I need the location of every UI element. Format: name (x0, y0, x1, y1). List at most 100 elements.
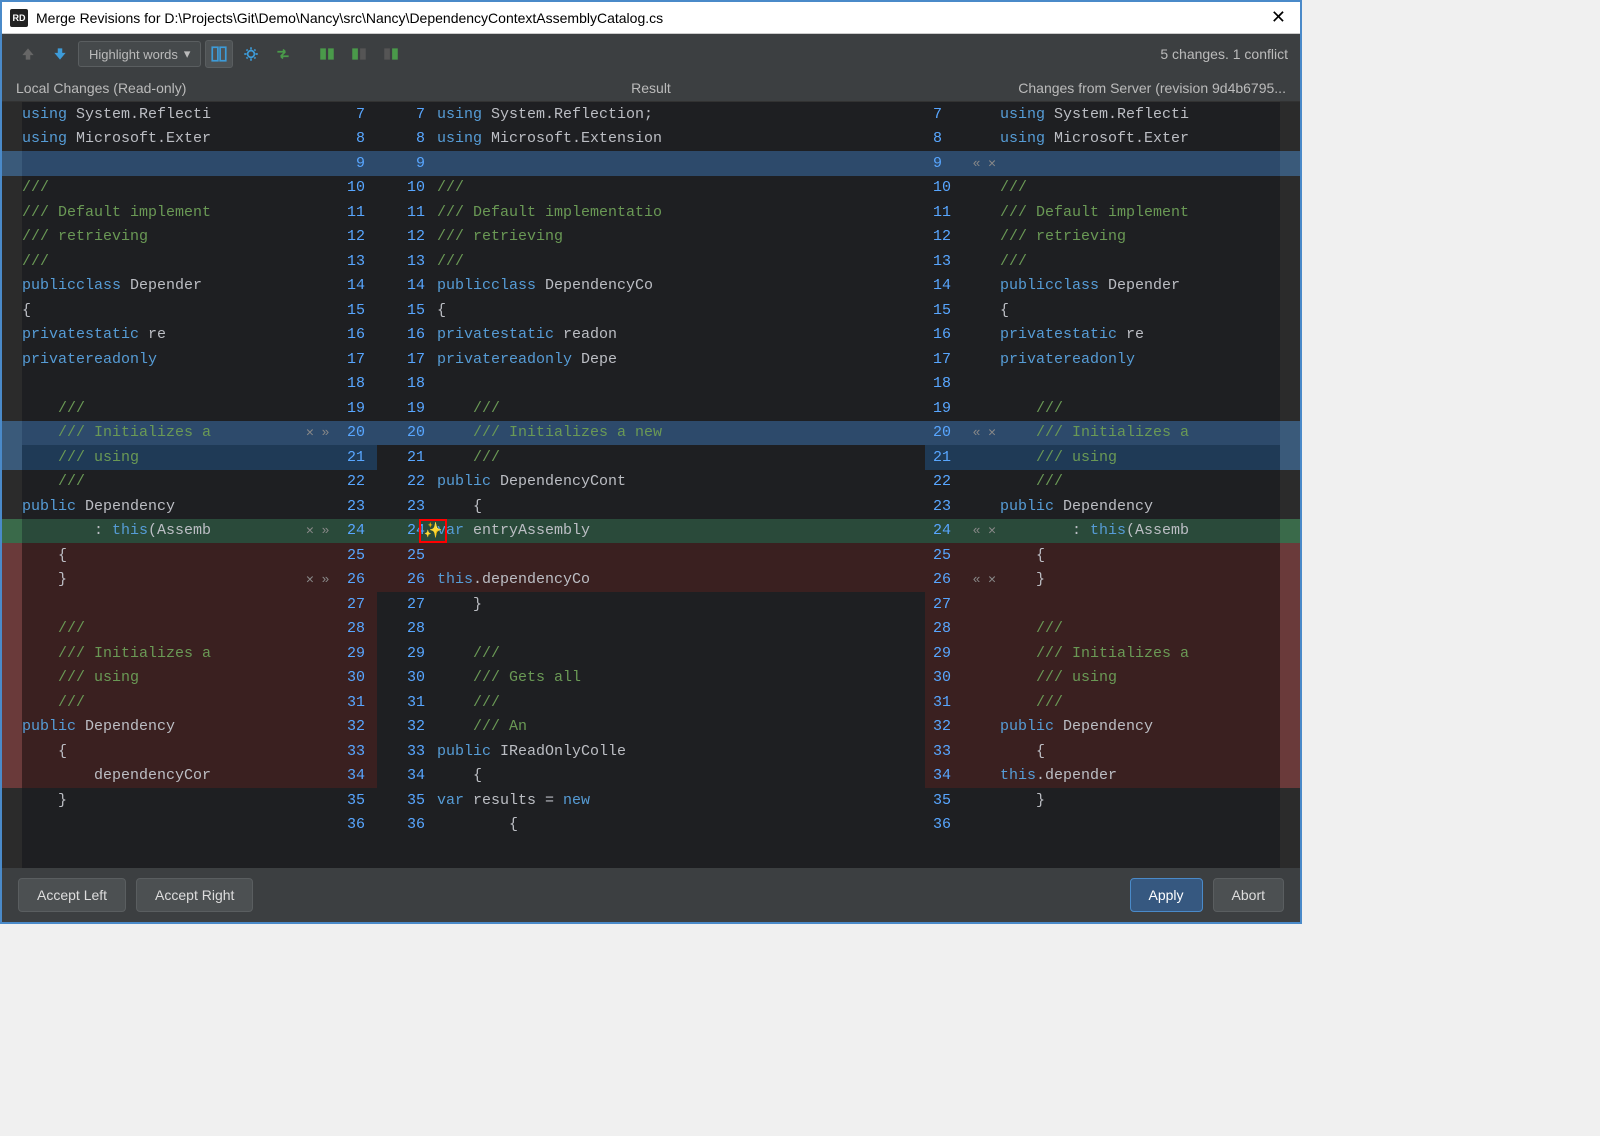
gutter-line[interactable]: 29 (377, 641, 437, 666)
merge-actions[interactable]: « ✕ (973, 425, 996, 440)
gutter-line[interactable]: 34 (925, 764, 1000, 789)
code-line[interactable]: private static re (1000, 323, 1280, 348)
code-line[interactable]: public class DependencyCo (437, 274, 925, 299)
code-line[interactable]: this.depender (1000, 764, 1280, 789)
mid-code[interactable]: using System.Reflection;using Microsoft.… (437, 102, 925, 868)
gutter-line[interactable]: 16 (377, 323, 437, 348)
gutter-line[interactable]: 27 (925, 592, 1000, 617)
gutter-line[interactable]: 31 (377, 690, 437, 715)
merge-actions[interactable]: ✕ » (306, 425, 329, 440)
code-line[interactable]: { (437, 813, 925, 838)
gutter-line[interactable]: 11 (302, 200, 377, 225)
code-line[interactable] (22, 151, 302, 176)
gutter-line[interactable]: 17 (302, 347, 377, 372)
gutter-line[interactable]: 27 (302, 592, 377, 617)
code-line[interactable]: /// (22, 396, 302, 421)
code-line[interactable]: { (437, 764, 925, 789)
code-line[interactable]: /// using (22, 666, 302, 691)
code-line[interactable]: dependencyCor (22, 764, 302, 789)
gutter-line[interactable]: 17 (925, 347, 1000, 372)
merge-actions[interactable]: ✕ » (306, 572, 329, 587)
swap-button[interactable] (269, 40, 297, 68)
gutter-line[interactable]: 18 (302, 372, 377, 397)
code-line[interactable]: /// Initializes a (22, 641, 302, 666)
code-line[interactable]: /// retrieving (1000, 225, 1280, 250)
gutter-line[interactable]: 33 (925, 739, 1000, 764)
gutter-line[interactable]: 33 (302, 739, 377, 764)
code-line[interactable]: } (22, 568, 302, 593)
code-line[interactable]: /// (22, 690, 302, 715)
gutter-line[interactable]: 13 (302, 249, 377, 274)
gutter-line[interactable]: 24« ✕ (925, 519, 1000, 544)
code-line[interactable]: { (22, 298, 302, 323)
gutter-line[interactable]: 18 (925, 372, 1000, 397)
code-line[interactable]: /// (22, 617, 302, 642)
gutter-line[interactable]: 8 (377, 127, 437, 152)
code-line[interactable]: /// (1000, 249, 1280, 274)
gutter-line[interactable]: 11 (377, 200, 437, 225)
gutter-line[interactable]: 12 (377, 225, 437, 250)
apply-button[interactable]: Apply (1130, 878, 1203, 912)
gutter-line[interactable]: 7 (377, 102, 437, 127)
right-code[interactable]: using System.Reflectiusing Microsoft.Ext… (1000, 102, 1280, 868)
gutter-line[interactable]: 9 (302, 151, 377, 176)
gutter-line[interactable]: 20« ✕ (925, 421, 1000, 446)
code-line[interactable]: /// (437, 690, 925, 715)
close-icon[interactable]: ✕ (1265, 7, 1292, 28)
code-line[interactable]: /// using (1000, 666, 1280, 691)
left-gutter[interactable]: 78910111213141516171819✕ »20212223✕ »242… (302, 102, 377, 868)
gutter-line[interactable]: 20 (377, 421, 437, 446)
gutter-line[interactable]: 34 (377, 764, 437, 789)
code-line[interactable] (437, 617, 925, 642)
gutter-line[interactable]: 19 (377, 396, 437, 421)
next-diff-button[interactable] (46, 40, 74, 68)
code-line[interactable]: /// (22, 176, 302, 201)
gutter-line[interactable]: 16 (925, 323, 1000, 348)
gutter-line[interactable]: 29 (302, 641, 377, 666)
code-line[interactable]: /// Default implementatio (437, 200, 925, 225)
code-line[interactable] (437, 543, 925, 568)
gutter-line[interactable]: 29 (925, 641, 1000, 666)
code-line[interactable]: var results = new (437, 788, 925, 813)
gutter-line[interactable]: 33 (377, 739, 437, 764)
code-line[interactable] (1000, 372, 1280, 397)
gutter-line[interactable]: ✕ »24 (302, 519, 377, 544)
gutter-line[interactable]: 25 (377, 543, 437, 568)
code-line[interactable]: /// (437, 396, 925, 421)
gutter-line[interactable]: 35 (377, 788, 437, 813)
code-line[interactable]: /// Gets all (437, 666, 925, 691)
highlight-dropdown[interactable]: Highlight words ▾ (78, 41, 201, 67)
mid-right-gutter[interactable]: 789« ✕1011121314151617181920« ✕21222324«… (925, 102, 1000, 868)
code-line[interactable]: /// retrieving (22, 225, 302, 250)
gutter-line[interactable]: 10 (302, 176, 377, 201)
code-line[interactable]: { (1000, 739, 1280, 764)
code-line[interactable] (1000, 813, 1280, 838)
code-line[interactable]: public Dependency (22, 715, 302, 740)
code-line[interactable]: { (1000, 543, 1280, 568)
code-line[interactable]: /// (1000, 617, 1280, 642)
code-line[interactable]: { (437, 494, 925, 519)
gutter-line[interactable]: 17 (377, 347, 437, 372)
code-line[interactable]: private readonly (22, 347, 302, 372)
gutter-line[interactable]: 15 (377, 298, 437, 323)
gutter-line[interactable]: 26« ✕ (925, 568, 1000, 593)
gutter-line[interactable]: 36 (377, 813, 437, 838)
gutter-line[interactable]: 32 (925, 715, 1000, 740)
code-line[interactable]: /// (1000, 690, 1280, 715)
gutter-line[interactable]: 10 (377, 176, 437, 201)
code-line[interactable]: this.dependencyCo (437, 568, 925, 593)
gutter-line[interactable]: 32 (377, 715, 437, 740)
gutter-line[interactable]: 12 (302, 225, 377, 250)
code-line[interactable] (22, 592, 302, 617)
code-line[interactable]: /// (22, 249, 302, 274)
gutter-line[interactable]: 21 (925, 445, 1000, 470)
right-pane[interactable]: using System.Reflectiusing Microsoft.Ext… (1000, 102, 1280, 868)
gutter-line[interactable]: 32 (302, 715, 377, 740)
merge-actions[interactable]: « ✕ (973, 523, 996, 538)
gutter-line[interactable]: 28 (925, 617, 1000, 642)
code-line[interactable]: } (437, 592, 925, 617)
sync-scroll-button[interactable] (205, 40, 233, 68)
code-line[interactable]: private readonly (1000, 347, 1280, 372)
gutter-line[interactable]: 23 (925, 494, 1000, 519)
code-line[interactable]: /// (437, 249, 925, 274)
